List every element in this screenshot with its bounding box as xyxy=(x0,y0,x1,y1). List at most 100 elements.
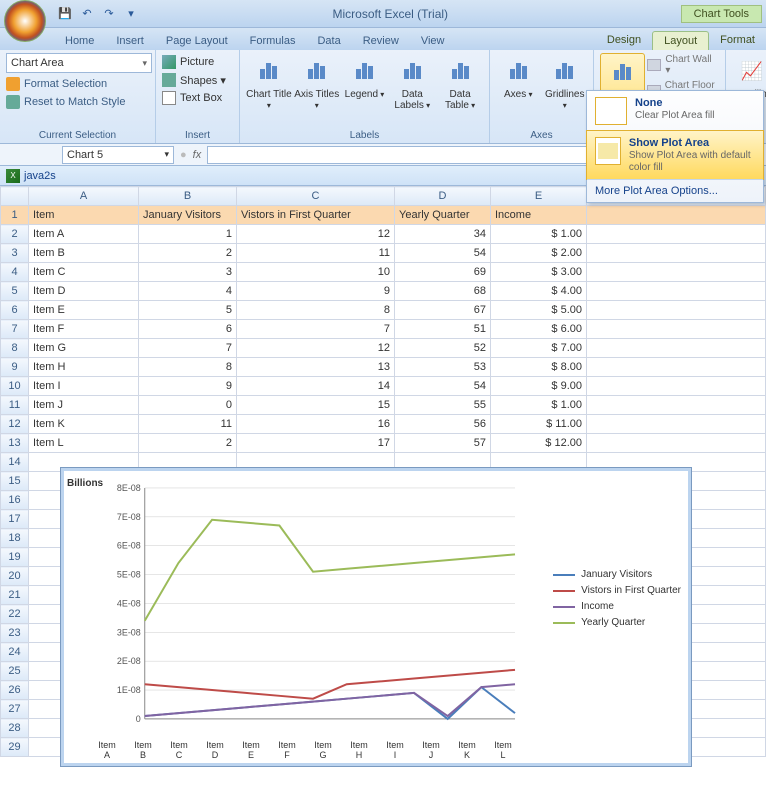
cell[interactable]: Item H xyxy=(29,358,139,377)
tab-review[interactable]: Review xyxy=(352,32,410,50)
cell[interactable]: Item K xyxy=(29,415,139,434)
cell[interactable] xyxy=(587,377,766,396)
row-header[interactable]: 10 xyxy=(1,377,29,396)
cell[interactable]: 10 xyxy=(237,263,395,282)
cell[interactable]: $ 4.00 xyxy=(491,282,587,301)
cell[interactable]: 54 xyxy=(395,244,491,263)
row-header[interactable]: 26 xyxy=(1,681,29,700)
cell[interactable]: Income xyxy=(491,206,587,225)
cell[interactable]: 0 xyxy=(139,396,237,415)
undo-icon[interactable]: ↶ xyxy=(78,5,96,23)
data-table-button[interactable]: Data Table xyxy=(437,53,483,128)
row-header[interactable]: 6 xyxy=(1,301,29,320)
cell[interactable] xyxy=(587,358,766,377)
chart-wall-button[interactable]: Chart Wall ▾ xyxy=(647,53,719,77)
row-header[interactable]: 9 xyxy=(1,358,29,377)
row-header[interactable]: 1 xyxy=(1,206,29,225)
cell[interactable]: 69 xyxy=(395,263,491,282)
save-icon[interactable]: 💾 xyxy=(56,5,74,23)
row-header[interactable]: 21 xyxy=(1,586,29,605)
cell[interactable] xyxy=(587,244,766,263)
row-header[interactable]: 15 xyxy=(1,472,29,491)
tab-format[interactable]: Format xyxy=(709,31,766,50)
row-header[interactable]: 29 xyxy=(1,738,29,757)
cell[interactable] xyxy=(587,320,766,339)
col-header-e[interactable]: E xyxy=(491,187,587,206)
cell[interactable]: 16 xyxy=(237,415,395,434)
format-selection-button[interactable]: Format Selection xyxy=(6,75,149,93)
row-header[interactable]: 24 xyxy=(1,643,29,662)
cell[interactable]: Item L xyxy=(29,434,139,453)
row-header[interactable]: 20 xyxy=(1,567,29,586)
tab-insert[interactable]: Insert xyxy=(105,32,155,50)
cell[interactable]: 6 xyxy=(139,320,237,339)
cell[interactable]: 8 xyxy=(139,358,237,377)
reset-match-style-button[interactable]: Reset to Match Style xyxy=(6,93,149,111)
col-header-d[interactable]: D xyxy=(395,187,491,206)
cell[interactable]: $ 3.00 xyxy=(491,263,587,282)
row-header[interactable]: 4 xyxy=(1,263,29,282)
legend-button[interactable]: Legend xyxy=(342,53,388,128)
cell[interactable]: 15 xyxy=(237,396,395,415)
cell[interactable]: 11 xyxy=(139,415,237,434)
col-header-b[interactable]: B xyxy=(139,187,237,206)
cell[interactable]: $ 7.00 xyxy=(491,339,587,358)
cell[interactable]: 2 xyxy=(139,434,237,453)
cell[interactable]: 53 xyxy=(395,358,491,377)
tab-data[interactable]: Data xyxy=(306,32,351,50)
chart-title-button[interactable]: Chart Title xyxy=(246,53,292,128)
cell[interactable]: $ 5.00 xyxy=(491,301,587,320)
cell[interactable]: $ 1.00 xyxy=(491,396,587,415)
col-header-a[interactable]: A xyxy=(29,187,139,206)
cell[interactable]: Item G xyxy=(29,339,139,358)
row-header[interactable]: 25 xyxy=(1,662,29,681)
embedded-chart[interactable]: Billions 01E-082E-083E-084E-085E-086E-08… xyxy=(60,467,692,767)
cell[interactable]: 8 xyxy=(237,301,395,320)
cell[interactable]: 68 xyxy=(395,282,491,301)
row-header[interactable]: 11 xyxy=(1,396,29,415)
cell[interactable]: 1 xyxy=(139,225,237,244)
cell[interactable]: 4 xyxy=(139,282,237,301)
cell[interactable]: Item xyxy=(29,206,139,225)
cell[interactable]: Item J xyxy=(29,396,139,415)
cell[interactable]: $ 8.00 xyxy=(491,358,587,377)
cell[interactable]: 11 xyxy=(237,244,395,263)
cell[interactable]: $ 9.00 xyxy=(491,377,587,396)
cell[interactable]: 52 xyxy=(395,339,491,358)
cell[interactable]: Yearly Quarter xyxy=(395,206,491,225)
axis-titles-button[interactable]: Axis Titles xyxy=(294,53,340,128)
tab-home[interactable]: Home xyxy=(54,32,105,50)
office-button[interactable] xyxy=(4,0,46,42)
cell[interactable]: $ 11.00 xyxy=(491,415,587,434)
cell[interactable] xyxy=(587,225,766,244)
row-header[interactable]: 17 xyxy=(1,510,29,529)
cell[interactable]: $ 12.00 xyxy=(491,434,587,453)
row-header[interactable]: 28 xyxy=(1,719,29,738)
cell[interactable] xyxy=(587,301,766,320)
cell[interactable]: Item B xyxy=(29,244,139,263)
row-header[interactable]: 22 xyxy=(1,605,29,624)
cell[interactable]: 57 xyxy=(395,434,491,453)
row-header[interactable]: 8 xyxy=(1,339,29,358)
axes-button[interactable]: Axes xyxy=(496,53,541,128)
row-header[interactable]: 3 xyxy=(1,244,29,263)
row-header[interactable]: 13 xyxy=(1,434,29,453)
cell[interactable]: 67 xyxy=(395,301,491,320)
cell[interactable]: 12 xyxy=(237,339,395,358)
name-box[interactable]: Chart 5 xyxy=(62,146,174,164)
cell[interactable]: 9 xyxy=(237,282,395,301)
cell[interactable]: 12 xyxy=(237,225,395,244)
plot-area-none[interactable]: NoneClear Plot Area fill xyxy=(587,91,763,131)
cell[interactable]: 7 xyxy=(139,339,237,358)
cell[interactable]: 3 xyxy=(139,263,237,282)
cell[interactable]: 2 xyxy=(139,244,237,263)
cell[interactable]: January Visitors xyxy=(139,206,237,225)
row-header[interactable]: 16 xyxy=(1,491,29,510)
tab-page-layout[interactable]: Page Layout xyxy=(155,32,239,50)
cell[interactable]: Item D xyxy=(29,282,139,301)
plot-area[interactable]: 01E-082E-083E-084E-085E-086E-087E-088E-0… xyxy=(89,482,521,724)
cell[interactable]: 56 xyxy=(395,415,491,434)
fx-label[interactable]: fx xyxy=(193,149,202,161)
cell[interactable] xyxy=(587,434,766,453)
cell[interactable]: Vistors in First Quarter xyxy=(237,206,395,225)
